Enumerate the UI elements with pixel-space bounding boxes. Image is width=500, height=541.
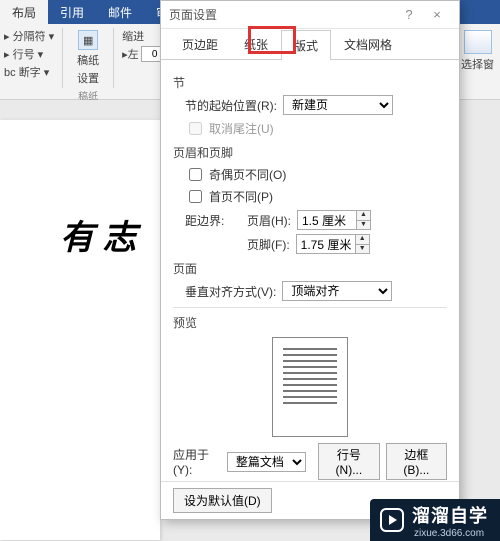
section-start-label: 节的起始位置(R): xyxy=(185,97,277,114)
apply-to-select[interactable]: 整篇文档 xyxy=(227,452,306,472)
section-start-row: 节的起始位置(R): 新建页 xyxy=(185,95,447,115)
ribbon-tab-layout[interactable]: 布局 xyxy=(0,0,48,24)
odd-even-checkbox[interactable] xyxy=(189,168,202,181)
tab-margins[interactable]: 页边距 xyxy=(169,29,231,59)
spin-up-icon[interactable]: ▲ xyxy=(356,235,369,245)
borders-button[interactable]: 边框(B)... xyxy=(386,443,447,480)
manuscript-icon: ▦ xyxy=(78,30,98,50)
set-default-button[interactable]: 设为默认值(D) xyxy=(173,488,272,513)
ribbon-tab-references[interactable]: 引用 xyxy=(48,0,96,24)
section-heading: 节 xyxy=(173,74,447,91)
header-dist-spin[interactable]: ▲▼ xyxy=(297,210,371,230)
tab-paper[interactable]: 纸张 xyxy=(231,29,281,59)
first-page-label: 首页不同(P) xyxy=(209,188,273,205)
first-page-checkbox[interactable] xyxy=(189,190,202,203)
suppress-endnotes-checkbox xyxy=(189,122,202,135)
distance-label: 距边界: xyxy=(185,212,241,229)
valign-select[interactable]: 顶端对齐 xyxy=(282,281,392,301)
divider xyxy=(173,307,447,308)
tab-layout[interactable]: 版式 xyxy=(281,30,331,60)
separator xyxy=(62,28,63,88)
brand-overlay: 溜溜自学 zixue.3d66.com xyxy=(370,499,500,541)
page-heading: 页面 xyxy=(173,260,447,277)
help-button[interactable]: ? xyxy=(395,7,423,22)
apply-to-label: 应用于(Y): xyxy=(173,446,221,477)
breaks-group: ▸ 分隔符 ▾ ▸ 行号 ▾ bc 断字 ▾ xyxy=(4,28,54,80)
line-numbers-button[interactable]: ▸ 行号 ▾ xyxy=(4,46,54,62)
odd-even-label: 奇偶页不同(O) xyxy=(209,166,286,183)
odd-even-row: 奇偶页不同(O) xyxy=(185,165,447,184)
spin-down-icon[interactable]: ▼ xyxy=(356,245,369,254)
manuscript-label: 稿纸 xyxy=(77,52,99,68)
suppress-endnotes-row: 取消尾注(U) xyxy=(185,119,447,138)
brand-url: zixue.3d66.com xyxy=(414,528,488,539)
preview-thumbnail xyxy=(272,337,348,437)
hyphenation-button[interactable]: bc 断字 ▾ xyxy=(4,64,54,80)
play-icon xyxy=(380,508,404,532)
footer-dist-spin[interactable]: ▲▼ xyxy=(296,234,370,254)
breaks-button[interactable]: ▸ 分隔符 ▾ xyxy=(4,28,54,44)
ribbon-tab-mailings[interactable]: 邮件 xyxy=(96,0,144,24)
distance-row: 距边界: 页眉(H): ▲▼ xyxy=(185,210,447,230)
tab-grid[interactable]: 文档网格 xyxy=(331,29,405,59)
first-page-row: 首页不同(P) xyxy=(185,187,447,206)
header-dist-label: 页眉(H): xyxy=(247,212,291,229)
header-dist-input[interactable] xyxy=(298,211,356,229)
section-start-select[interactable]: 新建页 xyxy=(283,95,393,115)
footer-dist-row: 页脚(F): ▲▼ xyxy=(247,234,447,254)
valign-row: 垂直对齐方式(V): 顶端对齐 xyxy=(185,281,447,301)
apply-to-row: 应用于(Y): 整篇文档 行号(N)... 边框(B)... xyxy=(173,443,447,480)
dialog-title: 页面设置 xyxy=(169,6,217,23)
close-button[interactable]: × xyxy=(423,7,451,22)
line-numbers-button[interactable]: 行号(N)... xyxy=(318,443,380,480)
separator xyxy=(113,28,114,88)
footer-dist-label: 页脚(F): xyxy=(247,236,290,253)
suppress-endnotes-label: 取消尾注(U) xyxy=(209,120,274,137)
brand-name: 溜溜自学 xyxy=(412,502,488,528)
dialog-body: 节 节的起始位置(R): 新建页 取消尾注(U) 页眉和页脚 奇偶页不同(O) … xyxy=(161,60,459,481)
spin-down-icon[interactable]: ▼ xyxy=(357,221,370,230)
preview-heading: 预览 xyxy=(173,314,447,331)
page-setup-dialog: 页面设置 ? × 页边距 纸张 版式 文档网格 节 节的起始位置(R): 新建页… xyxy=(160,0,460,520)
spin-up-icon[interactable]: ▲ xyxy=(357,211,370,221)
manuscript-sub-label: 设置 xyxy=(77,70,99,86)
dialog-tabs: 页边距 纸张 版式 文档网格 xyxy=(161,29,459,60)
select-pane-group[interactable]: 选择窗 xyxy=(454,28,500,98)
document-text: 有 志 xyxy=(60,210,137,259)
select-pane-icon xyxy=(464,30,492,54)
manuscript-group[interactable]: ▦ 稿纸 设置 稿纸 xyxy=(71,28,105,105)
valign-label: 垂直对齐方式(V): xyxy=(185,283,276,300)
header-footer-heading: 页眉和页脚 xyxy=(173,144,447,161)
document-page[interactable]: 有 志 xyxy=(0,120,160,540)
select-pane-label: 选择窗 xyxy=(461,59,494,71)
dialog-titlebar: 页面设置 ? × xyxy=(161,1,459,29)
footer-dist-input[interactable] xyxy=(297,235,355,253)
indent-left-icon: ▸左 xyxy=(122,46,139,62)
